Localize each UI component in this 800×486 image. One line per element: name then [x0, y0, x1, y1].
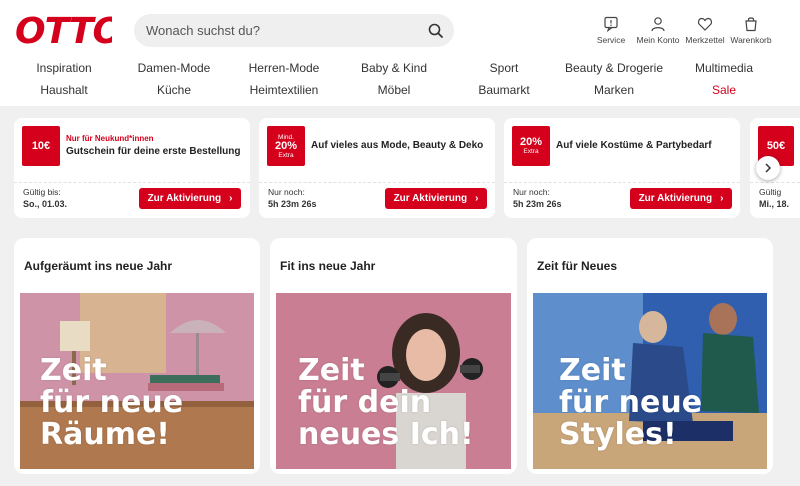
- badge-value: 10€: [31, 139, 51, 152]
- logo-text: OTTO: [15, 11, 112, 50]
- coupon-meta-value: 5h 23m 26s: [513, 199, 562, 209]
- account-label: Mein Konto: [636, 35, 680, 45]
- coupon-card[interactable]: 10€ Nur für Neukund*innen Gutschein für …: [14, 118, 250, 218]
- coupon-meta-label: Nur noch:: [268, 187, 305, 197]
- headline-line-1: Zeit: [40, 353, 107, 388]
- chevron-right-icon: ›: [720, 193, 724, 204]
- coupon-kicker: Nur für Neukund*innen: [66, 134, 154, 143]
- cart-label: Warenkorb: [730, 35, 772, 45]
- coupon-meta-value: Mi., 18.: [759, 199, 790, 209]
- nav-sport[interactable]: Sport: [444, 61, 564, 75]
- teaser-headline: Zeit für neue Styles!: [559, 355, 702, 451]
- account-icon: [651, 17, 665, 32]
- nav-beauty-drogerie[interactable]: Beauty & Drogerie: [554, 61, 674, 75]
- teaser-card[interactable]: Aufgeräumt ins neue Jahr Zeit für neue R…: [14, 238, 260, 474]
- coupon-divider: [504, 182, 740, 183]
- coupon-meta-value: So., 01.03.: [23, 199, 68, 209]
- coupon-divider: [259, 182, 495, 183]
- badge-value: 20%: [274, 139, 298, 152]
- nav-baumarkt[interactable]: Baumarkt: [444, 83, 564, 97]
- coupon-divider: [750, 182, 800, 183]
- nav-heimtextilien[interactable]: Heimtextilien: [224, 83, 344, 97]
- nav-baby-kind[interactable]: Baby & Kind: [334, 61, 454, 75]
- coupon-meta-value: 5h 23m 26s: [268, 199, 317, 209]
- coupon-card[interactable]: Mind. 20% Extra Auf vieles aus Mode, Bea…: [259, 118, 495, 218]
- otto-logo[interactable]: OTTO: [14, 10, 112, 50]
- account-button[interactable]: Mein Konto: [636, 16, 680, 46]
- teaser-card[interactable]: Fit ins neue Jahr Zeit für dein neues Ic…: [270, 238, 517, 474]
- coupon-meta-label: Nur noch:: [513, 187, 550, 197]
- teaser-title: Fit ins neue Jahr: [280, 259, 376, 273]
- chevron-right-icon: [765, 163, 772, 173]
- nav-herren-mode[interactable]: Herren-Mode: [224, 61, 344, 75]
- nav-kueche[interactable]: Küche: [114, 83, 234, 97]
- teaser-headline: Zeit für neue Räume!: [40, 355, 183, 451]
- coupon-card[interactable]: 20% Extra Auf viele Kostüme & Partybedar…: [504, 118, 740, 218]
- search-input[interactable]: [134, 14, 424, 47]
- coupon-validity: Nur noch: 5h 23m 26s: [268, 186, 317, 210]
- coupon-badge: 20% Extra: [512, 126, 550, 166]
- nav-marken[interactable]: Marken: [554, 83, 674, 97]
- coupon-validity: Gültig bis: So., 01.03.: [23, 186, 67, 210]
- activate-label: Zur Aktivierung: [638, 193, 713, 204]
- nav-sale[interactable]: Sale: [664, 83, 784, 97]
- wishlist-label: Merkzettel: [685, 35, 725, 45]
- search-bar: [134, 14, 454, 47]
- heart-icon: [697, 17, 713, 31]
- headline-line-3: Styles!: [559, 417, 677, 452]
- headline-line-1: Zeit: [559, 353, 626, 388]
- activate-button[interactable]: Zur Aktivierung ›: [139, 188, 241, 209]
- cart-button[interactable]: Warenkorb: [730, 16, 772, 46]
- headline-line-2: für neue: [40, 385, 184, 420]
- nav-inspiration[interactable]: Inspiration: [4, 61, 124, 75]
- headline-line-3: neues Ich!: [298, 417, 474, 452]
- coupon-title: Auf vieles aus Mode, Beauty & Deko: [311, 140, 484, 151]
- wishlist-button[interactable]: Merkzettel: [684, 16, 726, 46]
- chevron-right-icon: ›: [229, 193, 233, 204]
- coupon-title: Gutschein für deine erste Bestellung: [66, 146, 241, 157]
- cart-icon: [745, 17, 757, 32]
- service-icon: [604, 16, 618, 32]
- coupon-validity: Nur noch: 5h 23m 26s: [513, 186, 562, 210]
- coupon-meta-label: Gültig: [759, 187, 782, 197]
- badge-bottom: Extra: [523, 148, 539, 155]
- headline-line-1: Zeit: [298, 353, 365, 388]
- nav-moebel[interactable]: Möbel: [334, 83, 454, 97]
- teaser-card[interactable]: Zeit für Neues Zeit für neue Styles!: [527, 238, 773, 474]
- teaser-image-living-room[interactable]: Zeit für neue Räume!: [20, 293, 254, 469]
- nav-multimedia[interactable]: Multimedia: [664, 61, 784, 75]
- nav-damen-mode[interactable]: Damen-Mode: [114, 61, 234, 75]
- activate-label: Zur Aktivierung: [147, 193, 222, 204]
- teaser-image-fashion[interactable]: Zeit für neue Styles!: [533, 293, 767, 469]
- coupon-meta-label: Gültig bis:: [23, 187, 61, 197]
- badge-bottom: Extra: [278, 151, 294, 159]
- coupon-badge: 10€: [22, 126, 60, 166]
- teaser-image-fitness[interactable]: Zeit für dein neues Ich!: [276, 293, 511, 469]
- teaser-title: Aufgeräumt ins neue Jahr: [24, 259, 173, 273]
- nav-haushalt[interactable]: Haushalt: [4, 83, 124, 97]
- badge-value: 50€: [766, 139, 786, 152]
- teaser-headline: Zeit für dein neues Ich!: [298, 355, 474, 451]
- chevron-right-icon: ›: [475, 193, 479, 204]
- headline-line-2: für neue: [559, 385, 703, 420]
- service-button[interactable]: Service: [594, 16, 628, 46]
- activate-button[interactable]: Zur Aktivierung ›: [630, 188, 732, 209]
- coupon-divider: [14, 182, 250, 183]
- carousel-next-button[interactable]: [756, 156, 780, 180]
- badge-value: 20%: [519, 136, 543, 148]
- coupon-title: Auf viele Kostüme & Partybedarf: [556, 140, 712, 151]
- coupon-validity: Gültig Mi., 18.: [759, 186, 789, 210]
- service-label: Service: [596, 35, 626, 45]
- site-header: OTTO Service Mein Konto Merkzettel Waren…: [0, 0, 800, 106]
- activate-button[interactable]: Zur Aktivierung ›: [385, 188, 487, 209]
- headline-line-2: für dein: [298, 385, 432, 420]
- coupon-badge: Mind. 20% Extra: [267, 126, 305, 166]
- activate-label: Zur Aktivierung: [393, 193, 468, 204]
- teaser-title: Zeit für Neues: [537, 259, 618, 273]
- headline-line-3: Räume!: [40, 417, 170, 452]
- search-icon[interactable]: [426, 21, 446, 41]
